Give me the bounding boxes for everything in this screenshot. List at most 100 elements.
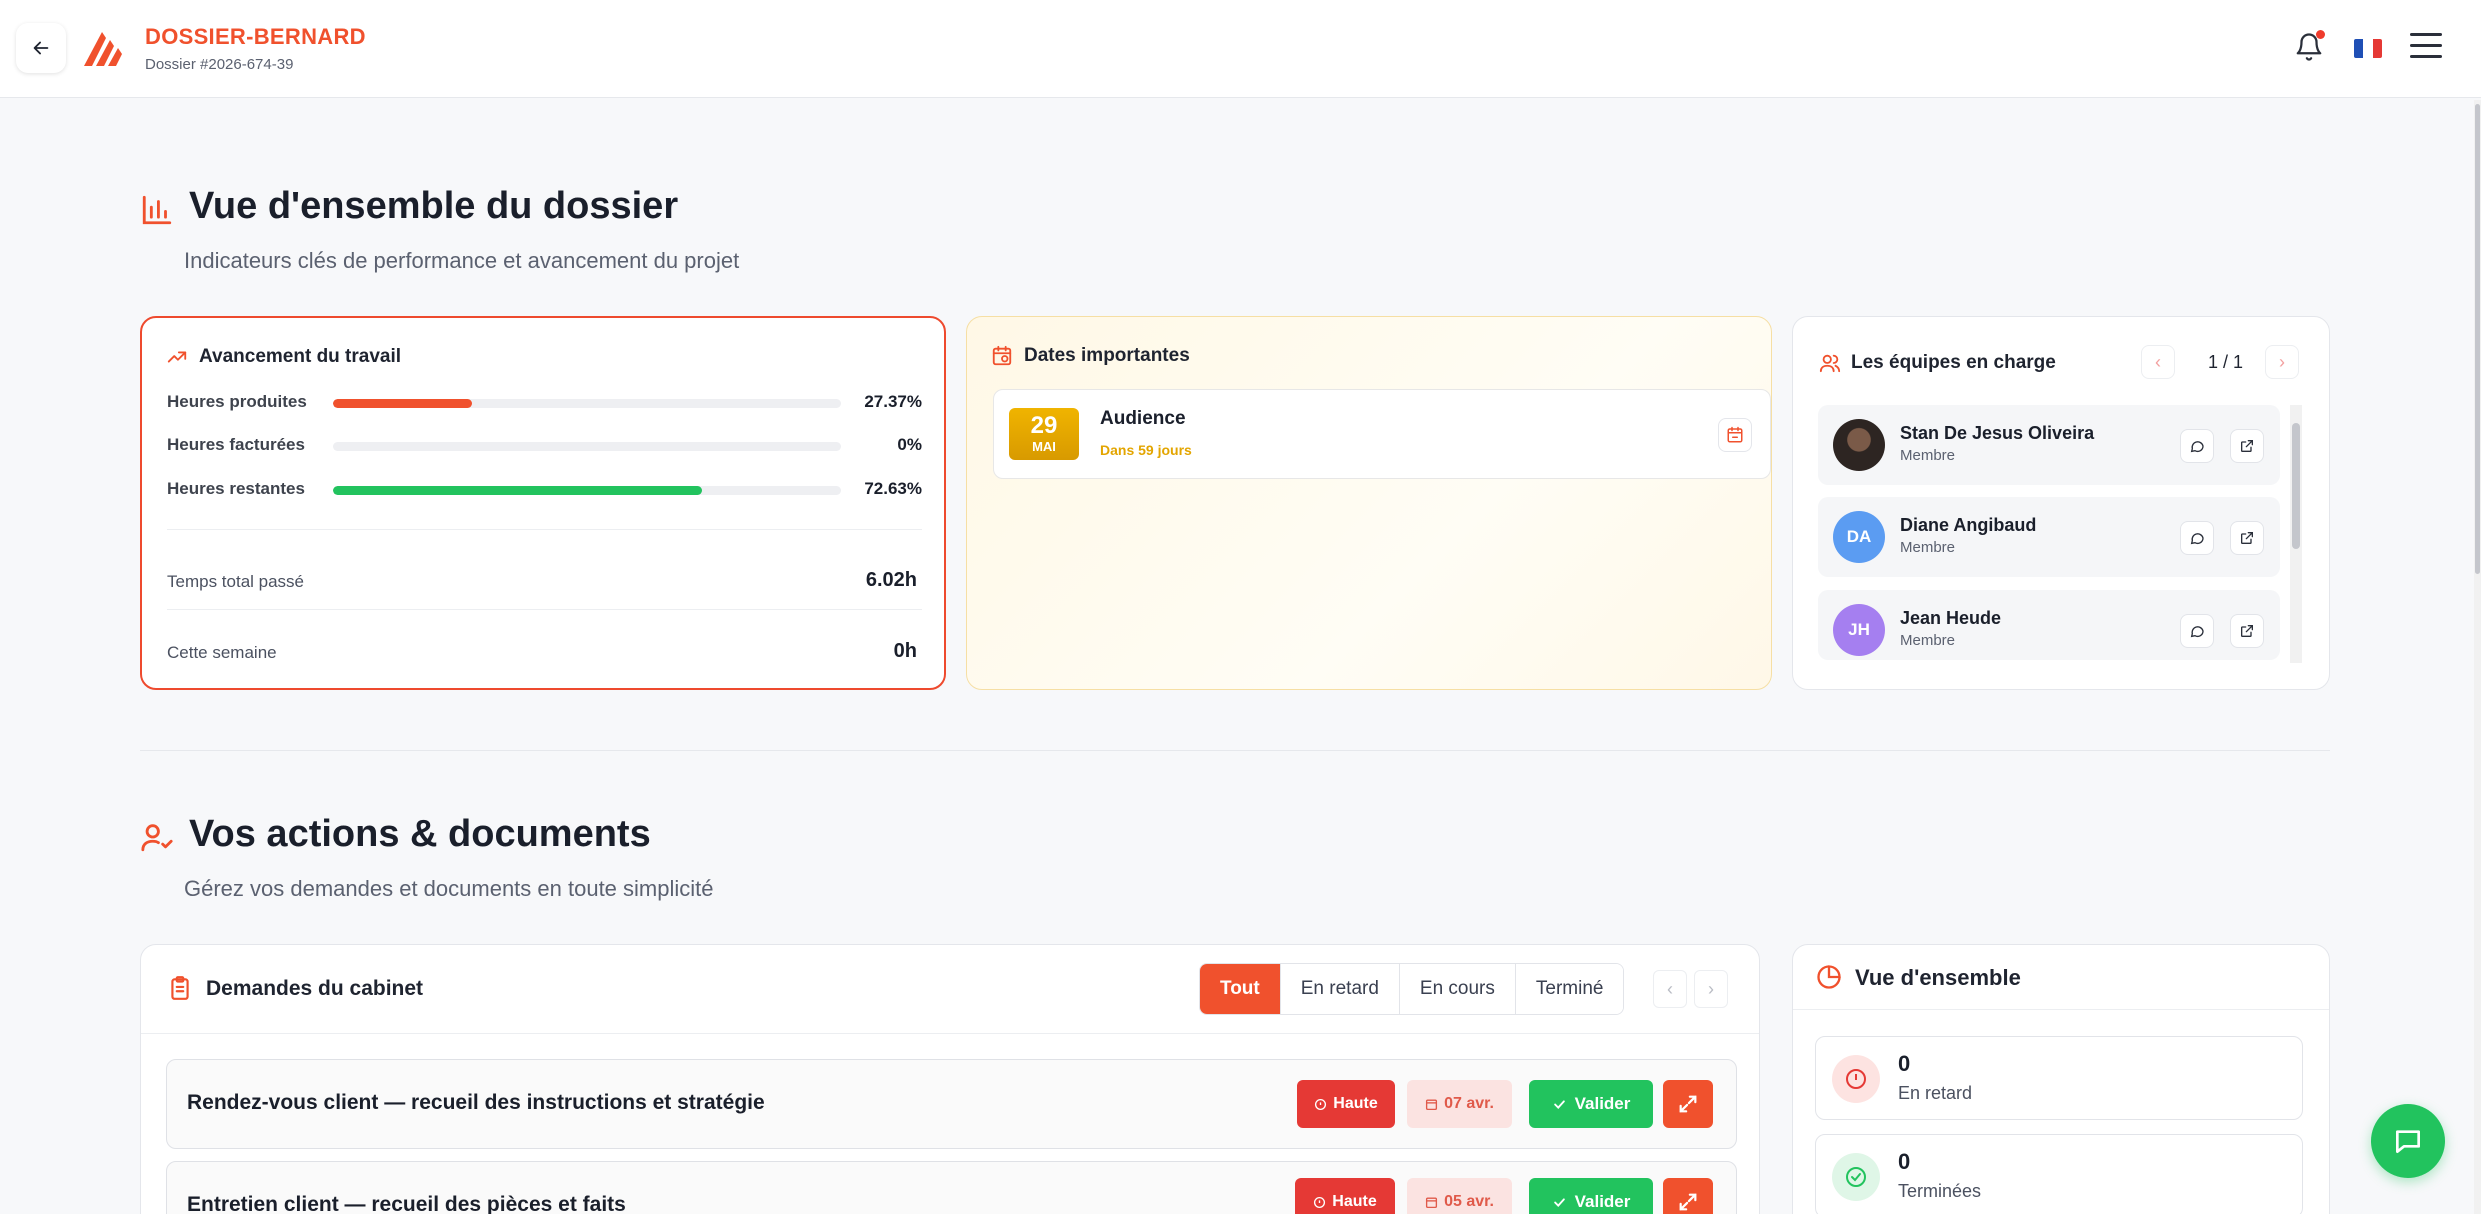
avatar — [1833, 419, 1885, 471]
progress-fill — [333, 486, 702, 495]
requests-prev-button[interactable]: ‹ — [1653, 970, 1687, 1008]
alert-circle-icon — [1846, 1069, 1866, 1089]
calendar-clock-icon — [992, 345, 1012, 366]
arrow-left-icon — [33, 41, 49, 55]
progress-fill — [333, 399, 473, 408]
done-label: Terminées — [1898, 1181, 1982, 1201]
tab-done[interactable]: Terminé — [1515, 964, 1624, 1014]
external-link-icon — [2241, 625, 2253, 637]
page-scroll-thumb[interactable] — [2475, 104, 2480, 574]
summary-late[interactable]: 0 En retard — [1815, 1036, 2303, 1120]
divider — [167, 609, 922, 610]
alert-circle-icon — [1314, 1196, 1326, 1208]
divider — [141, 1033, 1759, 1034]
progress-track — [333, 442, 841, 451]
progress-label: Heures facturées — [167, 435, 305, 454]
top-bar: DOSSIER-BERNARD Dossier #2026-674-39 — [0, 0, 2481, 98]
brand-logo — [84, 32, 122, 66]
progress-value: 72.63% — [864, 479, 922, 498]
avatar: JH — [1833, 604, 1885, 656]
expand-icon — [1679, 1193, 1697, 1211]
add-to-calendar-button[interactable] — [1718, 418, 1752, 452]
trending-up-icon — [167, 351, 187, 363]
bar-chart-icon — [142, 195, 172, 225]
this-week-value: 0h — [893, 640, 917, 662]
date-item[interactable]: 29 MAI Audience Dans 59 jours — [993, 389, 1771, 479]
this-week-label: Cette semaine — [167, 643, 277, 662]
summary-card-title: Vue d'ensemble — [1855, 965, 2021, 990]
avatar: DA — [1833, 511, 1885, 563]
total-time-value: 6.02h — [865, 569, 917, 591]
message-square-icon — [2396, 1130, 2420, 1153]
member-role: Membre — [1900, 632, 1956, 649]
teams-card-title: Les équipes en charge — [1851, 352, 2056, 373]
calendar-icon — [1426, 1196, 1438, 1208]
priority-label: Haute — [1332, 1193, 1377, 1210]
date-day: 29 — [1030, 412, 1058, 439]
progress-value: 27.37% — [864, 392, 922, 411]
message-button[interactable] — [2180, 521, 2214, 555]
pager-indicator: 1 / 1 — [2208, 352, 2244, 372]
alert-circle-icon — [1315, 1098, 1327, 1110]
calendar-icon — [1426, 1098, 1438, 1110]
request-item[interactable]: Entretien client — recueil des pièces et… — [166, 1161, 1737, 1214]
tab-late[interactable]: En retard — [1280, 964, 1400, 1014]
expand-button[interactable] — [1663, 1178, 1713, 1214]
progress-card-title: Avancement du travail — [199, 346, 402, 367]
priority-badge: Haute — [1295, 1178, 1395, 1214]
late-badge — [1832, 1055, 1880, 1103]
date-title: Audience — [1100, 408, 1186, 429]
validate-button[interactable]: Valider — [1529, 1178, 1653, 1214]
member-name: Diane Angibaud — [1900, 515, 2037, 535]
member-name: Stan De Jesus Oliveira — [1900, 423, 2095, 443]
chat-bubble-icon — [2190, 533, 2204, 545]
calendar-icon — [1727, 426, 1743, 443]
chat-button[interactable] — [2371, 1104, 2445, 1178]
summary-done[interactable]: 0 Terminées — [1815, 1134, 2303, 1214]
request-item[interactable]: Rendez-vous client — recueil des instruc… — [166, 1059, 1737, 1149]
open-profile-button[interactable] — [2230, 521, 2264, 555]
requests-card: Demandes du cabinet Tout En retard En co… — [140, 944, 1760, 1214]
due-date-label: 05 avr. — [1444, 1193, 1494, 1210]
progress-label: Heures restantes — [167, 479, 305, 498]
tab-all[interactable]: Tout — [1200, 964, 1281, 1014]
expand-icon — [1679, 1095, 1697, 1113]
summary-card: Vue d'ensemble 0 En retard 0 Terminées — [1792, 944, 2330, 1214]
team-member: JH Jean Heude Membre — [1818, 590, 2280, 660]
teams-card: Les équipes en charge ‹ 1 / 1 › Stan De … — [1792, 316, 2330, 690]
pager-next-button[interactable]: › — [2265, 345, 2299, 379]
done-count: 0 — [1898, 1149, 1911, 1174]
back-button[interactable] — [16, 23, 66, 73]
message-button[interactable] — [2180, 614, 2214, 648]
divider — [1793, 1009, 2329, 1010]
priority-badge: Haute — [1297, 1080, 1395, 1128]
users-icon — [1819, 354, 1841, 373]
brand-name: DOSSIER-BERNARD — [145, 24, 366, 49]
expand-button[interactable] — [1663, 1080, 1713, 1128]
date-month: MAI — [1032, 439, 1056, 454]
pie-chart-icon — [1817, 965, 1841, 989]
open-profile-button[interactable] — [2230, 614, 2264, 648]
important-dates-card: Dates importantes 29 MAI Audience Dans 5… — [966, 316, 1772, 690]
tab-in-progress[interactable]: En cours — [1399, 964, 1516, 1014]
check-icon — [1553, 1197, 1565, 1207]
section-divider — [140, 750, 2330, 751]
member-role: Membre — [1900, 447, 1956, 464]
message-button[interactable] — [2180, 429, 2214, 463]
request-title: Entretien client — recueil des pièces et… — [187, 1193, 626, 1214]
late-label: En retard — [1898, 1083, 1973, 1103]
dossier-ref: Dossier #2026-674-39 — [145, 56, 294, 73]
open-profile-button[interactable] — [2230, 429, 2264, 463]
external-link-icon — [2241, 532, 2253, 544]
member-role: Membre — [1900, 539, 1956, 556]
requests-next-button[interactable]: › — [1694, 970, 1728, 1008]
pager-prev-button[interactable]: ‹ — [2141, 345, 2175, 379]
late-count: 0 — [1898, 1051, 1911, 1076]
hamburger-menu-button[interactable] — [2410, 33, 2442, 61]
request-title: Rendez-vous client — recueil des instruc… — [187, 1091, 765, 1114]
fr-flag-icon[interactable] — [2354, 39, 2382, 58]
check-icon — [1553, 1099, 1565, 1109]
member-name: Jean Heude — [1900, 608, 2002, 628]
members-scroll-thumb[interactable] — [2292, 423, 2300, 549]
validate-button[interactable]: Valider — [1529, 1080, 1653, 1128]
